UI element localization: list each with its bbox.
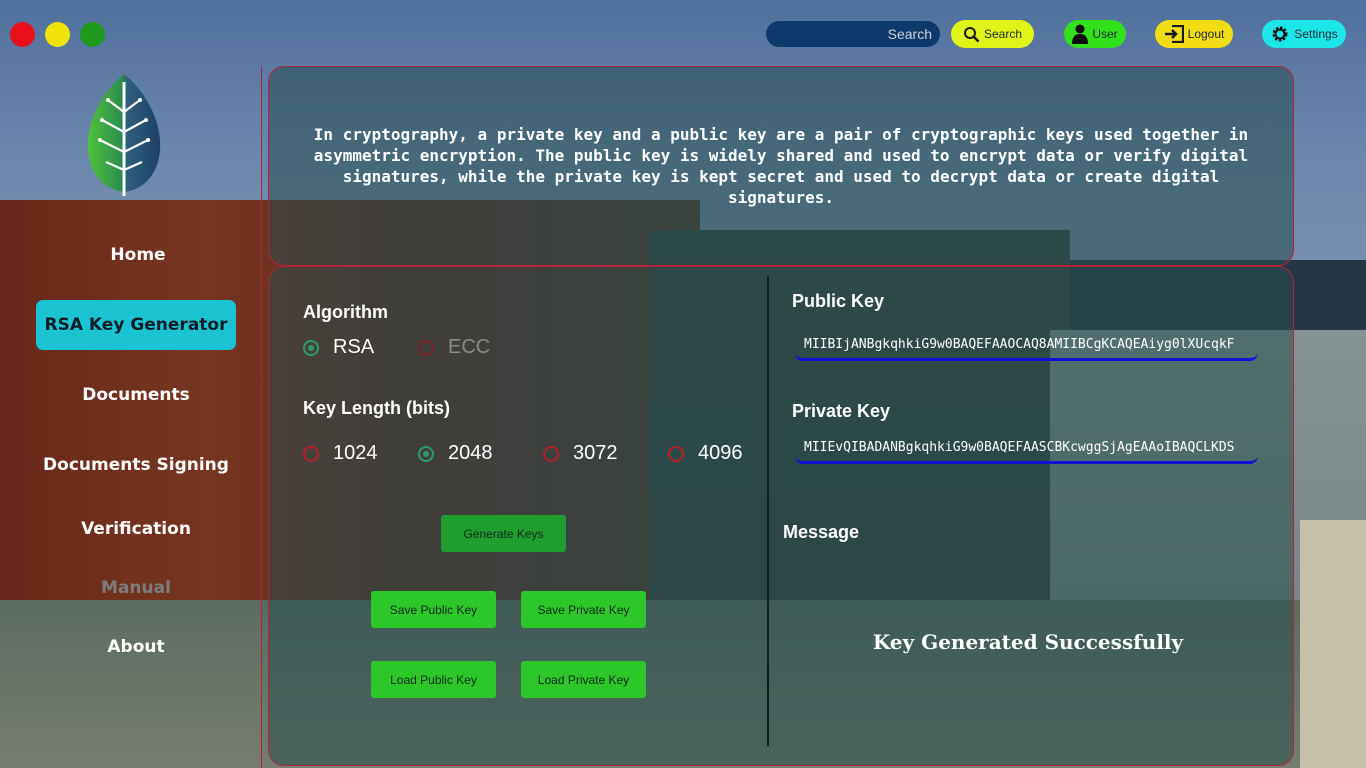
search-button[interactable]: Search	[951, 20, 1034, 48]
settings-button[interactable]: Settings	[1262, 20, 1346, 48]
logout-button[interactable]: Logout	[1155, 20, 1233, 48]
key-length-label: Key Length (bits)	[303, 398, 450, 418]
sidebar-item-manual[interactable]: Manual	[36, 578, 236, 598]
key-length-radio-2048[interactable]: 2048	[418, 442, 493, 465]
radio-label: 2048	[448, 442, 493, 464]
maximize-window-button[interactable]	[80, 22, 105, 47]
radio-circle	[303, 339, 319, 356]
sidebar-item-verification[interactable]: Verification	[36, 519, 236, 539]
logout-icon	[1164, 25, 1184, 43]
sidebar-item-documents-signing[interactable]: Documents Signing	[36, 455, 236, 475]
panel-divider	[767, 276, 769, 746]
user-button[interactable]: User	[1064, 20, 1126, 48]
close-window-button[interactable]	[10, 22, 35, 47]
settings-button-label: Settings	[1294, 27, 1338, 41]
algorithm-label: Algorithm	[303, 302, 388, 322]
search-button-label: Search	[983, 27, 1023, 41]
search-input[interactable]	[766, 21, 940, 47]
private-key-field[interactable]: MIIEvQIBADANBgkqhkiG9w0BAQEFAASCBKcwggSj…	[795, 432, 1258, 464]
key-length-radio-4096[interactable]: 4096	[668, 442, 743, 465]
logout-button-label: Logout	[1187, 27, 1225, 41]
key-length-radio-1024[interactable]: 1024	[303, 442, 378, 465]
key-length-radio-3072[interactable]: 3072	[543, 442, 618, 465]
public-key-label: Public Key	[792, 291, 885, 311]
search-icon	[963, 26, 980, 43]
sidebar-item-about[interactable]: About	[36, 637, 236, 657]
public-key-field[interactable]: MIIBIjANBgkqhkiG9w0BAQEFAAOCAQ8AMIIBCgKC…	[795, 329, 1258, 361]
leaf-circuit-logo	[86, 72, 162, 198]
generate-keys-button[interactable]: Generate Keys	[441, 515, 566, 552]
sidebar-item-rsa-key-generator[interactable]: RSA Key Generator	[36, 300, 236, 350]
intro-panel: In cryptography, a private key and a pub…	[268, 66, 1294, 266]
minimize-window-button[interactable]	[45, 22, 70, 47]
radio-label: 3072	[573, 442, 618, 464]
radio-label: 1024	[333, 442, 378, 464]
status-message: Key Generated Successfully	[872, 630, 1184, 654]
radio-circle	[543, 445, 559, 462]
load-public-key-button[interactable]: Load Public Key	[371, 661, 496, 698]
radio-circle	[418, 339, 434, 356]
radio-circle	[668, 445, 684, 462]
algorithm-radio-rsa[interactable]: RSA	[303, 336, 374, 359]
user-button-label: User	[1092, 27, 1118, 41]
private-key-label: Private Key	[792, 401, 891, 421]
user-icon	[1072, 24, 1089, 44]
radio-circle	[303, 445, 319, 462]
sidebar-item-documents[interactable]: Documents	[36, 385, 236, 405]
load-private-key-button[interactable]: Load Private Key	[521, 661, 646, 698]
sidebar-item-home[interactable]: Home	[38, 245, 238, 265]
sidebar-divider	[261, 66, 262, 768]
intro-text: In cryptography, a private key and a pub…	[313, 125, 1249, 207]
radio-label: RSA	[333, 336, 375, 358]
save-public-key-button[interactable]: Save Public Key	[371, 591, 496, 628]
algorithm-radio-ecc[interactable]: ECC	[418, 336, 490, 359]
radio-label: 4096	[698, 442, 743, 464]
radio-label: ECC	[448, 336, 491, 358]
save-private-key-button[interactable]: Save Private Key	[521, 591, 646, 628]
radio-circle	[418, 445, 434, 462]
gear-icon	[1270, 24, 1290, 44]
message-label: Message	[783, 522, 860, 542]
